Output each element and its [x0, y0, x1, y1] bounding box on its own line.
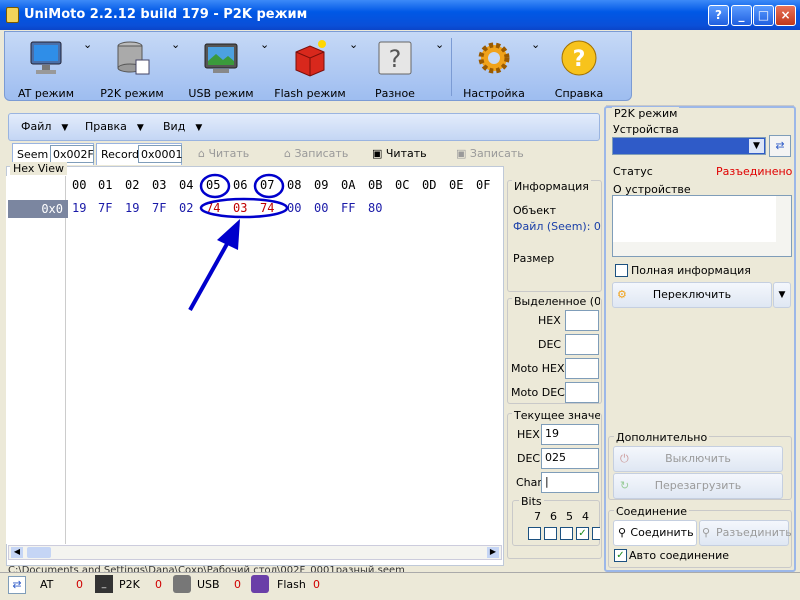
- about-device-box[interactable]: [612, 195, 792, 257]
- terminal-icon: _: [95, 575, 113, 593]
- current-dec-label: DEC: [517, 452, 541, 465]
- connection-toggle-icon[interactable]: ⇄: [8, 576, 26, 594]
- switch-icon: ⚙: [617, 288, 627, 301]
- devices-label: Устройства: [613, 123, 679, 136]
- status-flash-value: 0: [313, 578, 320, 591]
- status-usb-value: 0: [234, 578, 241, 591]
- current-value-legend: Текущее значен: [512, 409, 600, 422]
- status-bar: ⇄ AT 0 _ P2K 0 USB 0 Flash 0: [0, 572, 800, 600]
- flash-icon: [251, 575, 269, 593]
- current-hex-input[interactable]: 19: [541, 424, 599, 445]
- info-legend: Информация: [512, 180, 591, 193]
- connect-button[interactable]: ⚲ Соединить: [613, 520, 697, 546]
- current-dec-input[interactable]: 025: [541, 448, 599, 469]
- file-path: C:\Documents and Settings\Dana\Сохр\Рабо…: [8, 565, 405, 572]
- status-flash-label: Flash: [277, 578, 306, 591]
- full-info-checkbox[interactable]: [615, 264, 628, 277]
- hex-hscrollbar[interactable]: ◀ ▶: [8, 545, 502, 560]
- moto-dec-input[interactable]: [565, 382, 599, 403]
- status-label: Статус: [613, 165, 653, 178]
- bit-label: 5: [566, 510, 573, 523]
- status-usb-label: USB: [197, 578, 220, 591]
- plug-icon: ⚲: [618, 526, 627, 539]
- current-char-input[interactable]: |: [541, 472, 599, 493]
- status-at-label: AT: [40, 578, 54, 591]
- object-label: Объект: [513, 204, 557, 217]
- bit-checkbox[interactable]: [528, 527, 541, 540]
- object-value: Файл (Seem): 00: [513, 220, 601, 233]
- auto-connect-label: Авто соединение: [629, 549, 730, 562]
- bit-checkbox-checked[interactable]: ✓: [576, 527, 589, 540]
- refresh-devices-button[interactable]: ⇄: [769, 135, 791, 157]
- bit-label: 7: [534, 510, 541, 523]
- switch-button[interactable]: ⚙ Переключить: [612, 282, 772, 308]
- selected-hex-label: HEX: [538, 314, 561, 327]
- selected-dec-label: DEC: [538, 338, 562, 351]
- chevron-down-icon[interactable]: ▼: [749, 139, 764, 153]
- bit-checkbox[interactable]: [560, 527, 573, 540]
- selected-dec-input[interactable]: [565, 334, 599, 355]
- status-p2k-value: 0: [155, 578, 162, 591]
- moto-hex-label: Moto HEX: [511, 362, 565, 375]
- devices-select[interactable]: ▼: [612, 137, 766, 155]
- status-at-value: 0: [76, 578, 83, 591]
- mode-legend: P2K режим: [612, 107, 680, 120]
- extra-legend: Дополнительно: [614, 431, 710, 444]
- size-label: Размер: [513, 252, 555, 265]
- selected-legend: Выделенное (0x: [512, 295, 600, 308]
- restart-button[interactable]: ↻ Перезагрузить: [613, 473, 783, 499]
- current-hex-label: HEX: [517, 428, 540, 441]
- bit-label: 6: [550, 510, 557, 523]
- annotation-circle: [199, 173, 231, 199]
- bits-legend: Bits: [519, 495, 544, 508]
- about-hscrollbar[interactable]: [613, 242, 791, 256]
- annotation-arrow: [188, 234, 234, 311]
- selected-hex-input[interactable]: [565, 310, 599, 331]
- power-icon: ⏻: [620, 452, 629, 465]
- moto-dec-label: Moto DEC: [511, 386, 565, 399]
- usb-icon: [173, 575, 191, 593]
- scroll-right-icon[interactable]: ▶: [487, 547, 499, 558]
- status-value: Разъединено: [716, 165, 793, 178]
- unplug-icon: ⚲: [702, 526, 711, 539]
- restart-icon: ↻: [620, 479, 630, 492]
- connection-legend: Соединение: [614, 505, 690, 518]
- annotation-circle: [253, 173, 285, 199]
- full-info-label: Полная информация: [631, 264, 751, 277]
- moto-hex-input[interactable]: [565, 358, 599, 379]
- power-off-button[interactable]: ⏻ Выключить: [613, 446, 783, 472]
- disconnect-button[interactable]: ⚲ Разъединить: [699, 520, 792, 546]
- annotation-ellipse: [199, 197, 289, 219]
- current-char-label: Char: [516, 476, 542, 489]
- scroll-thumb[interactable]: [27, 547, 51, 558]
- status-p2k-label: P2K: [119, 578, 140, 591]
- annotation-arrowhead: [217, 219, 240, 250]
- bit-label: 4: [582, 510, 589, 523]
- scroll-left-icon[interactable]: ◀: [11, 547, 23, 558]
- switch-dropdown[interactable]: ▼: [773, 282, 791, 308]
- bit-checkbox[interactable]: [592, 527, 600, 540]
- bit-checkbox[interactable]: [544, 527, 557, 540]
- auto-connect-checkbox[interactable]: ✓: [614, 549, 627, 562]
- info-group: [507, 180, 602, 292]
